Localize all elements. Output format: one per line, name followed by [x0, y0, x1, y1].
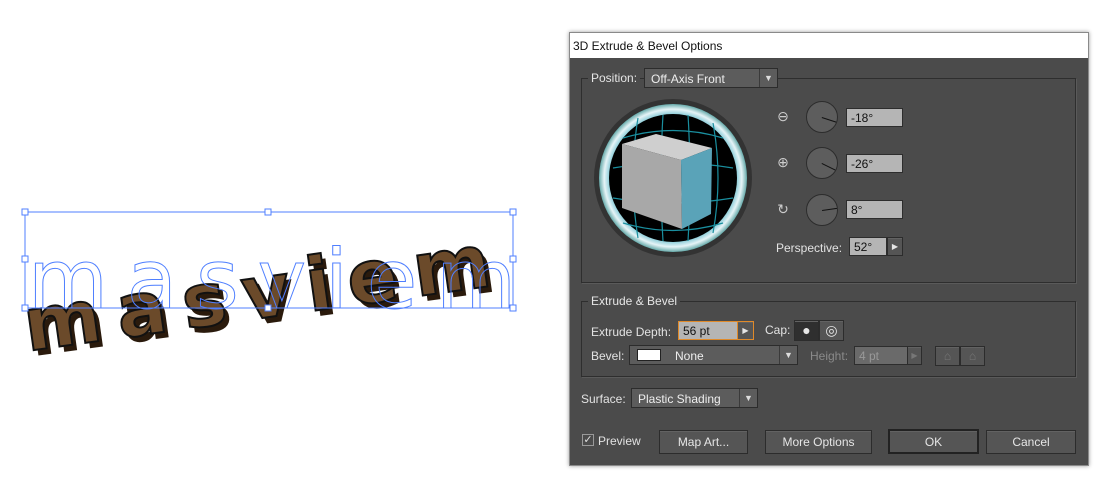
extrude-depth-field[interactable]: 56 pt	[678, 321, 738, 340]
extrude-bevel-label: Extrude & Bevel	[588, 294, 681, 308]
cap-off-button[interactable]: ◎	[819, 320, 844, 341]
preview-checkbox[interactable]: ✓	[582, 434, 594, 446]
bevel-value: None	[675, 349, 704, 363]
rotate-x-axis-icon: ⊖	[777, 108, 789, 124]
bevel-preview-swatch	[637, 349, 661, 361]
text-outline-path: masviem	[28, 233, 516, 328]
surface-value: Plastic Shading	[638, 392, 721, 406]
chevron-down-icon: ▼	[759, 69, 777, 87]
dial-needle	[821, 163, 836, 171]
3d-text-artwork: masviem masviem masviem	[17, 217, 516, 360]
rotate-x-dial[interactable]	[806, 101, 838, 133]
extrude-depth-label: Extrude Depth:	[591, 325, 672, 339]
preview-label: Preview	[598, 434, 641, 448]
map-art-button[interactable]: Map Art...	[659, 430, 748, 454]
bevel-dropdown[interactable]: None ▼	[629, 345, 798, 365]
bevel-out-button[interactable]: ⌂	[935, 346, 960, 366]
height-slider-button[interactable]: ▶	[907, 346, 922, 365]
position-dropdown[interactable]: Off-Axis Front ▼	[644, 68, 778, 88]
chevron-down-icon: ▼	[779, 346, 797, 364]
dialog-title: 3D Extrude & Bevel Options	[570, 33, 1088, 58]
chevron-down-icon: ▼	[739, 389, 757, 407]
surface-label: Surface:	[581, 392, 626, 406]
cap-label: Cap:	[765, 323, 791, 337]
dial-needle	[821, 117, 837, 123]
rotate-y-axis-icon: ⊕	[777, 154, 789, 170]
bevel-in-button[interactable]: ⌂	[960, 346, 985, 366]
rotate-z-axis-icon: ↻	[777, 201, 789, 217]
height-label: Height:	[810, 349, 849, 363]
position-value: Off-Axis Front	[651, 72, 725, 86]
position-label: Position:	[588, 71, 641, 85]
rotate-z-dial[interactable]	[806, 194, 838, 226]
perspective-slider-button[interactable]: ▶	[887, 237, 903, 256]
perspective-label: Perspective:	[776, 241, 843, 255]
bevel-label: Bevel:	[591, 349, 625, 363]
rotate-x-field[interactable]: -18°	[846, 108, 903, 127]
cancel-button[interactable]: Cancel	[986, 430, 1076, 454]
rotate-z-field[interactable]: 8°	[846, 200, 903, 219]
rotate-y-field[interactable]: -26°	[846, 154, 903, 173]
cap-on-button[interactable]: ●	[794, 320, 819, 341]
ok-button[interactable]: OK	[888, 429, 979, 454]
extrude-depth-slider-button[interactable]: ▶	[737, 321, 754, 340]
height-field[interactable]: 4 pt	[854, 346, 908, 365]
dial-needle	[822, 207, 837, 211]
rotate-y-dial[interactable]	[806, 147, 838, 179]
extrude-bevel-dialog: 3D Extrude & Bevel Options Position: Off…	[569, 32, 1089, 466]
perspective-field[interactable]: 52°	[849, 237, 887, 256]
surface-dropdown[interactable]: Plastic Shading ▼	[631, 388, 758, 408]
more-options-button[interactable]: More Options	[765, 430, 872, 454]
rotation-cube-trackball[interactable]	[593, 98, 753, 258]
artwork-canvas[interactable]: masviem masviem masviem	[0, 190, 540, 360]
